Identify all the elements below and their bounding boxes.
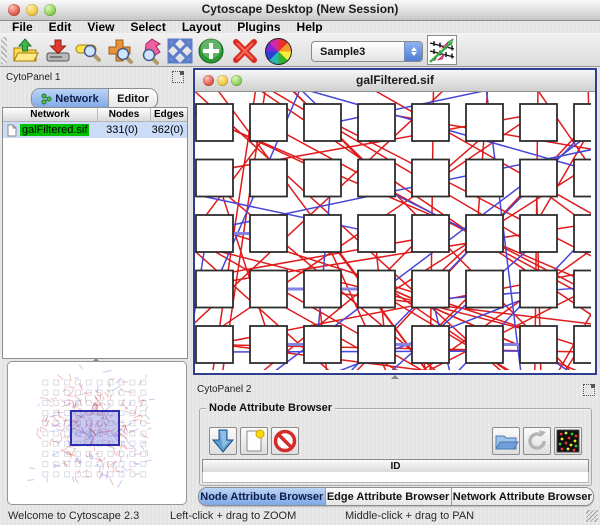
red-x-icon [231,37,259,65]
zoom-bar-icon [75,37,103,65]
network-window-title: galFiltered.sif [195,73,595,87]
tab-node-attribute-browser[interactable]: Node Attribute Browser [199,488,325,505]
tab-editor-label: Editor [117,93,149,105]
combo-stepper-icon [404,42,422,61]
refresh-icon [524,428,550,454]
network-table: Network Nodes Edges galFiltered.sif 331(… [2,107,188,359]
zoom-in-button[interactable] [106,37,134,65]
menu-plugins[interactable]: Plugins [229,21,288,33]
tab-network-attr-label: Network Attribute Browser [453,491,592,503]
plus-magnifier-icon [106,37,134,65]
network-table-header: Network Nodes Edges [3,108,187,122]
vizmap-style-select[interactable]: Sample3 [311,41,423,62]
window-titlebar[interactable]: Cytoscape Desktop (New Session) [0,0,600,21]
menu-bar: File Edit View Select Layout Plugins Hel… [0,21,600,33]
open-session-button[interactable] [11,37,39,65]
network-canvas[interactable] [195,92,591,370]
menu-view[interactable]: View [79,21,122,33]
col-network[interactable]: Network [3,108,97,121]
window-title: Cytoscape Desktop (New Session) [0,2,600,16]
toolbar-drag-handle[interactable] [1,37,7,64]
vizmapper-icon [428,36,456,64]
tab-edge-attr-label: Edge Attribute Browser [327,491,449,503]
color-wheel-button[interactable] [264,37,292,65]
group-title: Node Attribute Browser [206,402,335,414]
menu-file[interactable]: File [4,21,41,33]
status-zoom-hint: Left-click + drag to ZOOM [170,510,296,522]
tab-edge-attribute-browser[interactable]: Edge Attribute Browser [325,488,451,505]
delete-button[interactable] [231,37,259,65]
add-button[interactable] [197,37,225,65]
new-attribute-button[interactable] [240,427,268,455]
tab-network-attribute-browser[interactable]: Network Attribute Browser [451,488,593,505]
zoom-selected-region-button[interactable] [75,37,103,65]
cytopanel1-float-icon[interactable] [172,71,184,83]
four-arrows-icon [166,37,194,65]
delete-attribute-button[interactable] [271,427,299,455]
menu-layout[interactable]: Layout [174,21,229,33]
attribute-browser-tabs: Node Attribute Browser Edge Attribute Br… [198,487,594,506]
resize-grip[interactable] [586,510,598,522]
no-sign-icon [272,428,298,454]
col-nodes[interactable]: Nodes [97,108,150,121]
overview-canvas [8,362,186,502]
import-attributes-button[interactable] [209,427,237,455]
tab-network[interactable]: Network [32,89,108,108]
network-name: galFiltered.sif [20,124,89,136]
open-attribute-file-button[interactable] [492,427,520,455]
import-matrix-button[interactable] [554,427,582,455]
network-overview[interactable] [7,361,187,505]
cytopanel2-float-icon[interactable] [583,384,595,396]
blue-down-arrow-icon [210,428,236,454]
cytopanel1-tabs: Network Editor [31,88,158,109]
node-attribute-browser-group: Node Attribute Browser [199,408,592,486]
file-icon [7,124,17,137]
status-pan-hint: Middle-click + drag to PAN [345,510,474,522]
menu-help[interactable]: Help [289,21,331,33]
new-file-icon [241,428,267,454]
col-edges[interactable]: Edges [150,108,187,121]
blue-folder-icon [493,428,519,454]
refresh-attributes-button[interactable] [523,427,551,455]
table-row[interactable]: galFiltered.sif 331(0) 362(0) [3,122,187,138]
tab-node-attr-label: Node Attribute Browser [200,491,323,503]
tab-network-label: Network [55,93,98,105]
node-count: 331(0) [96,124,148,136]
attribute-empty-row[interactable] [202,472,589,483]
vizmapper-button[interactable] [427,35,457,65]
matrix-icon [555,428,581,454]
open-folder-icon [11,37,39,65]
network-window-titlebar[interactable]: galFiltered.sif [195,70,595,92]
cytopanel2-title: CytoPanel 2 [197,384,251,395]
arrow-magnifier-icon [137,37,165,65]
menu-edit[interactable]: Edit [41,21,80,33]
tab-editor[interactable]: Editor [108,89,157,108]
green-plus-icon [197,37,225,65]
cytopanel1-title: CytoPanel 1 [6,72,60,83]
status-welcome: Welcome to Cytoscape 2.3 [8,510,139,522]
save-session-button[interactable] [44,37,72,65]
network-window: galFiltered.sif [193,68,597,375]
fit-content-button[interactable] [166,37,194,65]
network-glyph-icon [41,93,52,105]
overview-viewport [71,411,119,445]
edge-count: 362(0) [148,124,187,136]
vizmap-style-value: Sample3 [312,46,404,58]
save-icon [44,37,72,65]
zoom-out-selected-button[interactable] [137,37,165,65]
splitter-handle-2[interactable] [391,375,399,379]
menu-select[interactable]: Select [122,21,173,33]
color-wheel-icon [265,38,292,65]
